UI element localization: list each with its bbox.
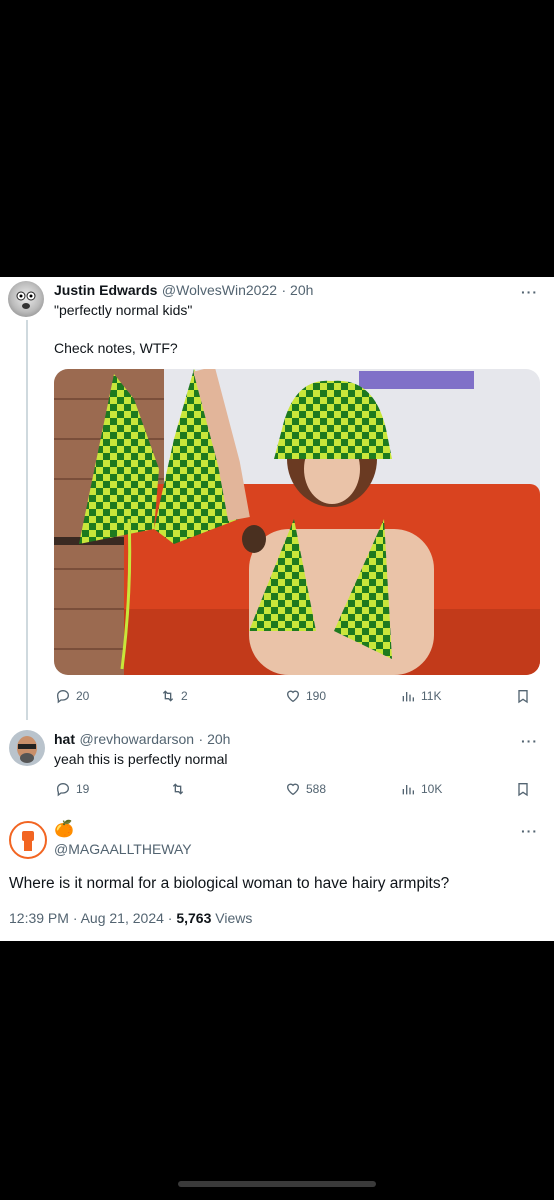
reply-icon xyxy=(56,689,70,704)
tweet-text: Check notes, WTF? xyxy=(54,340,178,356)
bookmark-button[interactable] xyxy=(515,688,531,704)
more-options-icon[interactable]: ··· xyxy=(521,733,538,749)
more-options-icon[interactable]: ··· xyxy=(521,823,538,839)
more-options-icon[interactable]: ··· xyxy=(521,284,538,300)
display-name-emoji[interactable]: 🍊 xyxy=(54,819,74,839)
bar-chart-icon xyxy=(402,785,414,795)
reply-count: 20 xyxy=(76,689,90,703)
avatar-person-icon xyxy=(17,736,37,763)
retweet-button[interactable]: 2 xyxy=(160,688,188,704)
home-indicator[interactable] xyxy=(178,1181,376,1187)
like-button[interactable]: 588 xyxy=(285,781,326,797)
like-count: 190 xyxy=(306,689,327,703)
bar-chart-icon xyxy=(402,692,414,702)
view-count: 11K xyxy=(421,689,442,703)
tweet-time[interactable]: · 20h xyxy=(199,731,231,747)
tweet1-header: Justin Edwards @WolvesWin2022 · 20h xyxy=(54,282,313,300)
views-button[interactable]: 11K xyxy=(400,688,441,704)
reply-icon xyxy=(56,782,70,797)
tweet-photo[interactable] xyxy=(54,369,540,675)
author-handle[interactable]: @revhowardarson xyxy=(79,731,194,747)
view-count: 10K xyxy=(421,782,443,796)
views-count: 5,763 xyxy=(176,910,212,926)
tweet2-actions: 19 588 10K xyxy=(55,781,535,801)
tweet1-actions: 20 2 190 11K xyxy=(55,688,535,708)
author-name[interactable]: hat xyxy=(54,731,75,747)
views-button[interactable]: 10K xyxy=(400,781,442,797)
author-handle[interactable]: @MAGAALLTHEWAY xyxy=(54,841,192,857)
thread-connector xyxy=(26,320,28,720)
retweet-icon xyxy=(172,783,184,795)
like-count: 588 xyxy=(306,782,327,796)
tweet-text: Where is it normal for a biological woma… xyxy=(9,875,450,892)
heart-icon xyxy=(286,783,300,796)
retweet-count: 2 xyxy=(181,689,188,703)
tweet-text: "perfectly normal kids" xyxy=(54,302,193,318)
views-label: Views xyxy=(211,910,253,926)
avatar[interactable] xyxy=(8,281,44,317)
reply-count: 19 xyxy=(76,782,90,796)
reply-button[interactable]: 20 xyxy=(55,688,89,704)
tweet-time[interactable]: · 20h xyxy=(282,282,314,298)
tweet-text: yeah this is perfectly normal xyxy=(54,751,228,767)
like-button[interactable]: 190 xyxy=(285,688,326,704)
heart-icon xyxy=(286,690,300,703)
reply-button[interactable]: 19 xyxy=(55,781,89,797)
avatar[interactable] xyxy=(9,821,47,859)
tweet2-header: hat @revhowardarson · 20h xyxy=(54,731,230,749)
avatar[interactable] xyxy=(9,730,45,766)
tweet-meta: 12:39 PM · Aug 21, 2024 · 5,763 Views xyxy=(9,910,252,926)
retweet-button[interactable] xyxy=(170,781,186,797)
author-handle[interactable]: @WolvesWin2022 xyxy=(162,282,277,298)
avatar-face-icon xyxy=(16,291,36,309)
bookmark-button[interactable] xyxy=(515,781,531,797)
bookmark-icon xyxy=(518,783,528,797)
tweet-timestamp[interactable]: 12:39 PM · Aug 21, 2024 · xyxy=(9,910,176,926)
retweet-icon xyxy=(162,690,174,702)
bookmark-icon xyxy=(518,690,528,704)
raised-fist-icon xyxy=(22,831,34,851)
author-name[interactable]: Justin Edwards xyxy=(54,282,157,298)
